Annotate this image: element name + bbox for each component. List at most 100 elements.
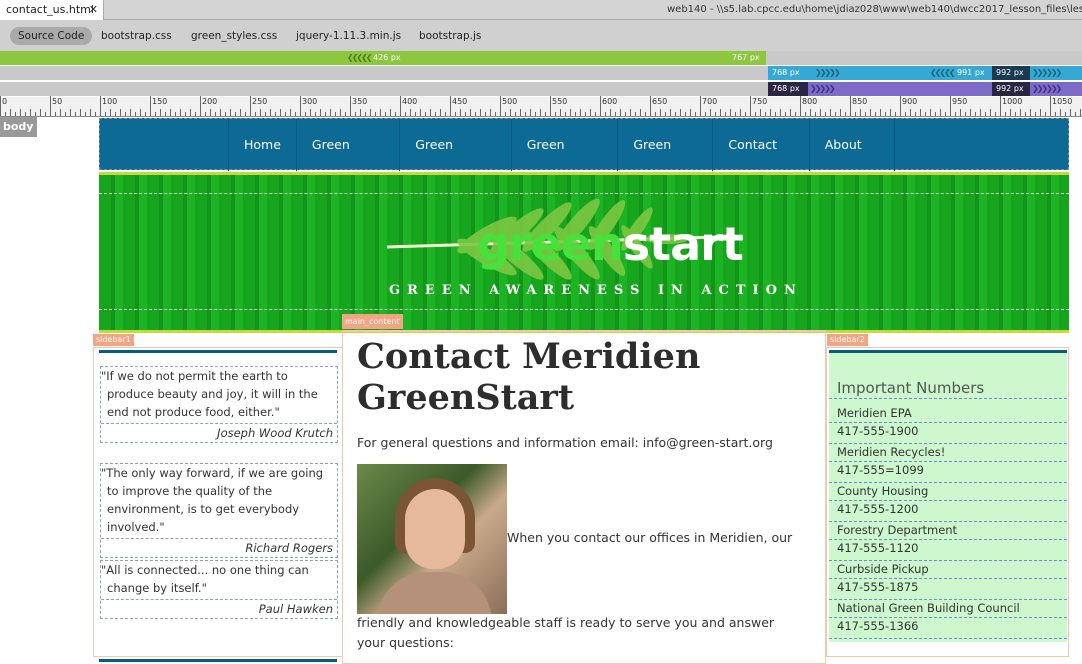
ruler-tick <box>800 96 801 116</box>
ruler-tick <box>165 112 166 116</box>
ruler-tick <box>205 112 206 116</box>
ruler-tick <box>255 112 256 116</box>
nav-green-tips[interactable]: Green Tips <box>617 119 712 204</box>
ruler-label: 450 <box>452 97 468 106</box>
ruler-tick <box>325 112 326 116</box>
ruler-tick <box>505 112 506 116</box>
nav-contact-us[interactable]: Contact Us <box>712 119 808 204</box>
ruler-tick <box>930 109 931 116</box>
nav-home[interactable]: Home <box>228 119 296 171</box>
file-path: web140 - \\s5.lab.cpcc.edu\home\jdiaz028… <box>667 4 1082 15</box>
related-file-green-styles[interactable]: green_styles.css <box>191 27 277 45</box>
nav-green-events[interactable]: Green Events <box>399 119 511 204</box>
ruler-tick <box>210 109 211 116</box>
sidebar1-tag[interactable]: sidebar1 <box>93 334 134 346</box>
divider <box>99 659 337 662</box>
item-phone: 417-555=1099 <box>829 461 1067 479</box>
item-name: National Green Building Council <box>837 601 1020 615</box>
ruler-tick <box>220 109 221 116</box>
ruler-tick <box>265 112 266 116</box>
ruler-label: 300 <box>302 97 318 106</box>
ruler-tick <box>805 112 806 116</box>
ruler-tick <box>975 112 976 116</box>
body-tag-label[interactable]: body <box>0 117 37 137</box>
ruler-tick <box>765 112 766 116</box>
divider <box>829 350 1067 353</box>
ruler-tick <box>275 112 276 116</box>
site-logo: greenstart <box>477 217 744 271</box>
ruler-tick <box>750 96 751 116</box>
list-item: Curbside Pickup 417-555-1875 <box>829 561 1067 600</box>
mq-blue-right-label: 992 px <box>992 66 1030 80</box>
ruler-tick <box>895 112 896 116</box>
nav-green-travel[interactable]: Green Travel <box>510 119 618 204</box>
ruler-tick <box>0 96 1 116</box>
ruler-label: 550 <box>552 97 568 106</box>
ruler-tick <box>70 109 71 116</box>
ruler-tick <box>140 109 141 116</box>
ruler-tick <box>760 109 761 116</box>
ruler-tick <box>1000 96 1001 116</box>
quote-text: "All is connected... no one thing can ch… <box>101 563 309 595</box>
ruler-tick <box>285 112 286 116</box>
ruler-tick <box>405 112 406 116</box>
ruler-tick <box>595 112 596 116</box>
ruler-tick <box>340 109 341 116</box>
ruler-label: 250 <box>252 97 268 106</box>
ruler-tick <box>420 109 421 116</box>
ruler-label: 1000 <box>1002 97 1023 106</box>
ruler-label: 800 <box>802 97 818 106</box>
ruler-tick <box>1025 112 1026 116</box>
ruler-tick <box>315 112 316 116</box>
sidebar1: "If we do not permit the earth to produc… <box>93 347 343 662</box>
related-file-bootstrap-css[interactable]: bootstrap.css <box>101 27 172 45</box>
related-file-jquery[interactable]: jquery-1.11.3.min.js <box>296 27 401 45</box>
page-title: Contact Meridien GreenStart <box>357 336 701 418</box>
related-file-bootstrap-js[interactable]: bootstrap.js <box>419 27 481 45</box>
ruler-tick <box>865 112 866 116</box>
ruler-tick <box>425 112 426 116</box>
main-content-tag[interactable]: main_content <box>342 314 403 329</box>
ruler-tick <box>250 96 251 116</box>
nav-green-news[interactable]: Green News <box>295 119 399 204</box>
main-navigation: Home Green News Green Events Green Trave… <box>99 118 1069 204</box>
mq-purple-right-label: 992 px <box>992 82 1030 96</box>
related-file-source-code[interactable]: Source Code <box>10 27 93 45</box>
ruler-tick <box>385 112 386 116</box>
ruler-tick <box>25 112 26 116</box>
ruler-tick <box>130 109 131 116</box>
ruler-tick <box>525 112 526 116</box>
main-content: Contact Meridien GreenStart For general … <box>342 330 826 664</box>
design-canvas: body Home Green News Green Events Green … <box>0 117 1082 664</box>
list-item: Meridien Recycles! 417-555=1099 <box>829 444 1067 483</box>
ruler-tick <box>280 109 281 116</box>
ruler-tick <box>560 109 561 116</box>
list-item: Meridien EPA 417-555-1900 <box>829 405 1067 444</box>
ruler-tick <box>460 109 461 116</box>
related-files-bar: Source Code bootstrap.css green_styles.c… <box>0 20 1082 51</box>
ruler-tick <box>685 112 686 116</box>
ruler-tick <box>230 109 231 116</box>
ruler-tick <box>175 112 176 116</box>
ruler-tick <box>630 109 631 116</box>
close-icon[interactable]: ✕ <box>89 0 98 20</box>
nav-about-us[interactable]: About Us <box>808 119 894 204</box>
ruler-tick <box>90 109 91 116</box>
chevrons-right-icon: ❯❯❯❯❯ <box>815 68 841 77</box>
ruler-tick <box>1005 112 1006 116</box>
document-tab[interactable]: contact_us.html ✕ <box>0 0 104 20</box>
ruler-tick <box>475 112 476 116</box>
sidebar2-tag[interactable]: sidebar2 <box>827 334 868 346</box>
ruler-tick <box>430 109 431 116</box>
ruler-tick <box>1040 109 1041 116</box>
quote-block: "The only way forward, if we are going t… <box>100 463 338 558</box>
ruler-tick <box>910 109 911 116</box>
ruler-tick <box>705 112 706 116</box>
ruler-tick <box>1055 112 1056 116</box>
ruler-tick <box>790 109 791 116</box>
document-tab-label: contact_us.html <box>6 3 94 16</box>
ruler-tick <box>810 109 811 116</box>
ruler-tick <box>125 112 126 116</box>
mq-blue-mid-label: 991 px <box>957 68 985 77</box>
ruler-tick <box>795 112 796 116</box>
